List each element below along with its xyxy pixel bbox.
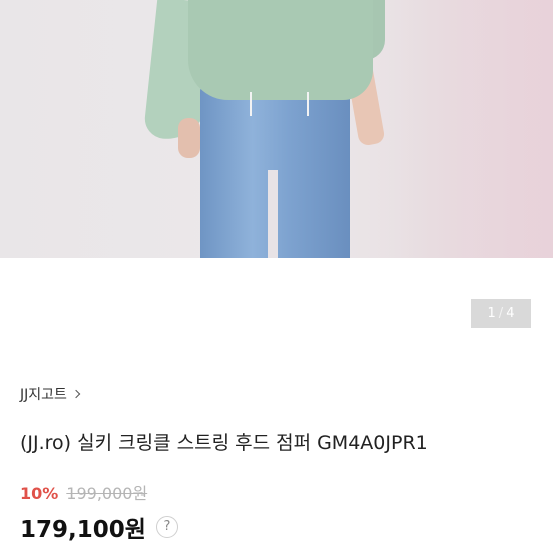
pager-separator: / xyxy=(498,306,504,321)
sale-price: 179,100원 xyxy=(20,517,146,543)
pager-total: 4 xyxy=(506,306,515,321)
product-title: (JJ.ro) 실키 크링클 스트링 후드 점퍼 GM4A0JPR1 xyxy=(20,432,428,454)
original-price: 199,000원 xyxy=(66,484,148,503)
drawstring xyxy=(307,92,309,116)
drawstring xyxy=(250,92,252,116)
jacket-body xyxy=(188,0,373,100)
model-hand xyxy=(178,118,200,158)
product-image[interactable] xyxy=(0,0,553,258)
store-name: JJ지고트 xyxy=(20,387,67,403)
image-pager: 1/4 xyxy=(471,299,531,328)
wall-shade xyxy=(393,0,553,258)
store-link[interactable]: JJ지고트 xyxy=(20,384,81,404)
chevron-right-icon xyxy=(71,389,81,399)
pager-current: 1 xyxy=(487,306,496,321)
jeans-gap xyxy=(268,170,278,258)
discount-row: 10% 199,000원 xyxy=(20,480,147,504)
price-help-icon[interactable]: ? xyxy=(155,516,178,538)
price-row: 179,100원 ? xyxy=(20,510,178,544)
discount-rate: 10% xyxy=(20,484,59,503)
